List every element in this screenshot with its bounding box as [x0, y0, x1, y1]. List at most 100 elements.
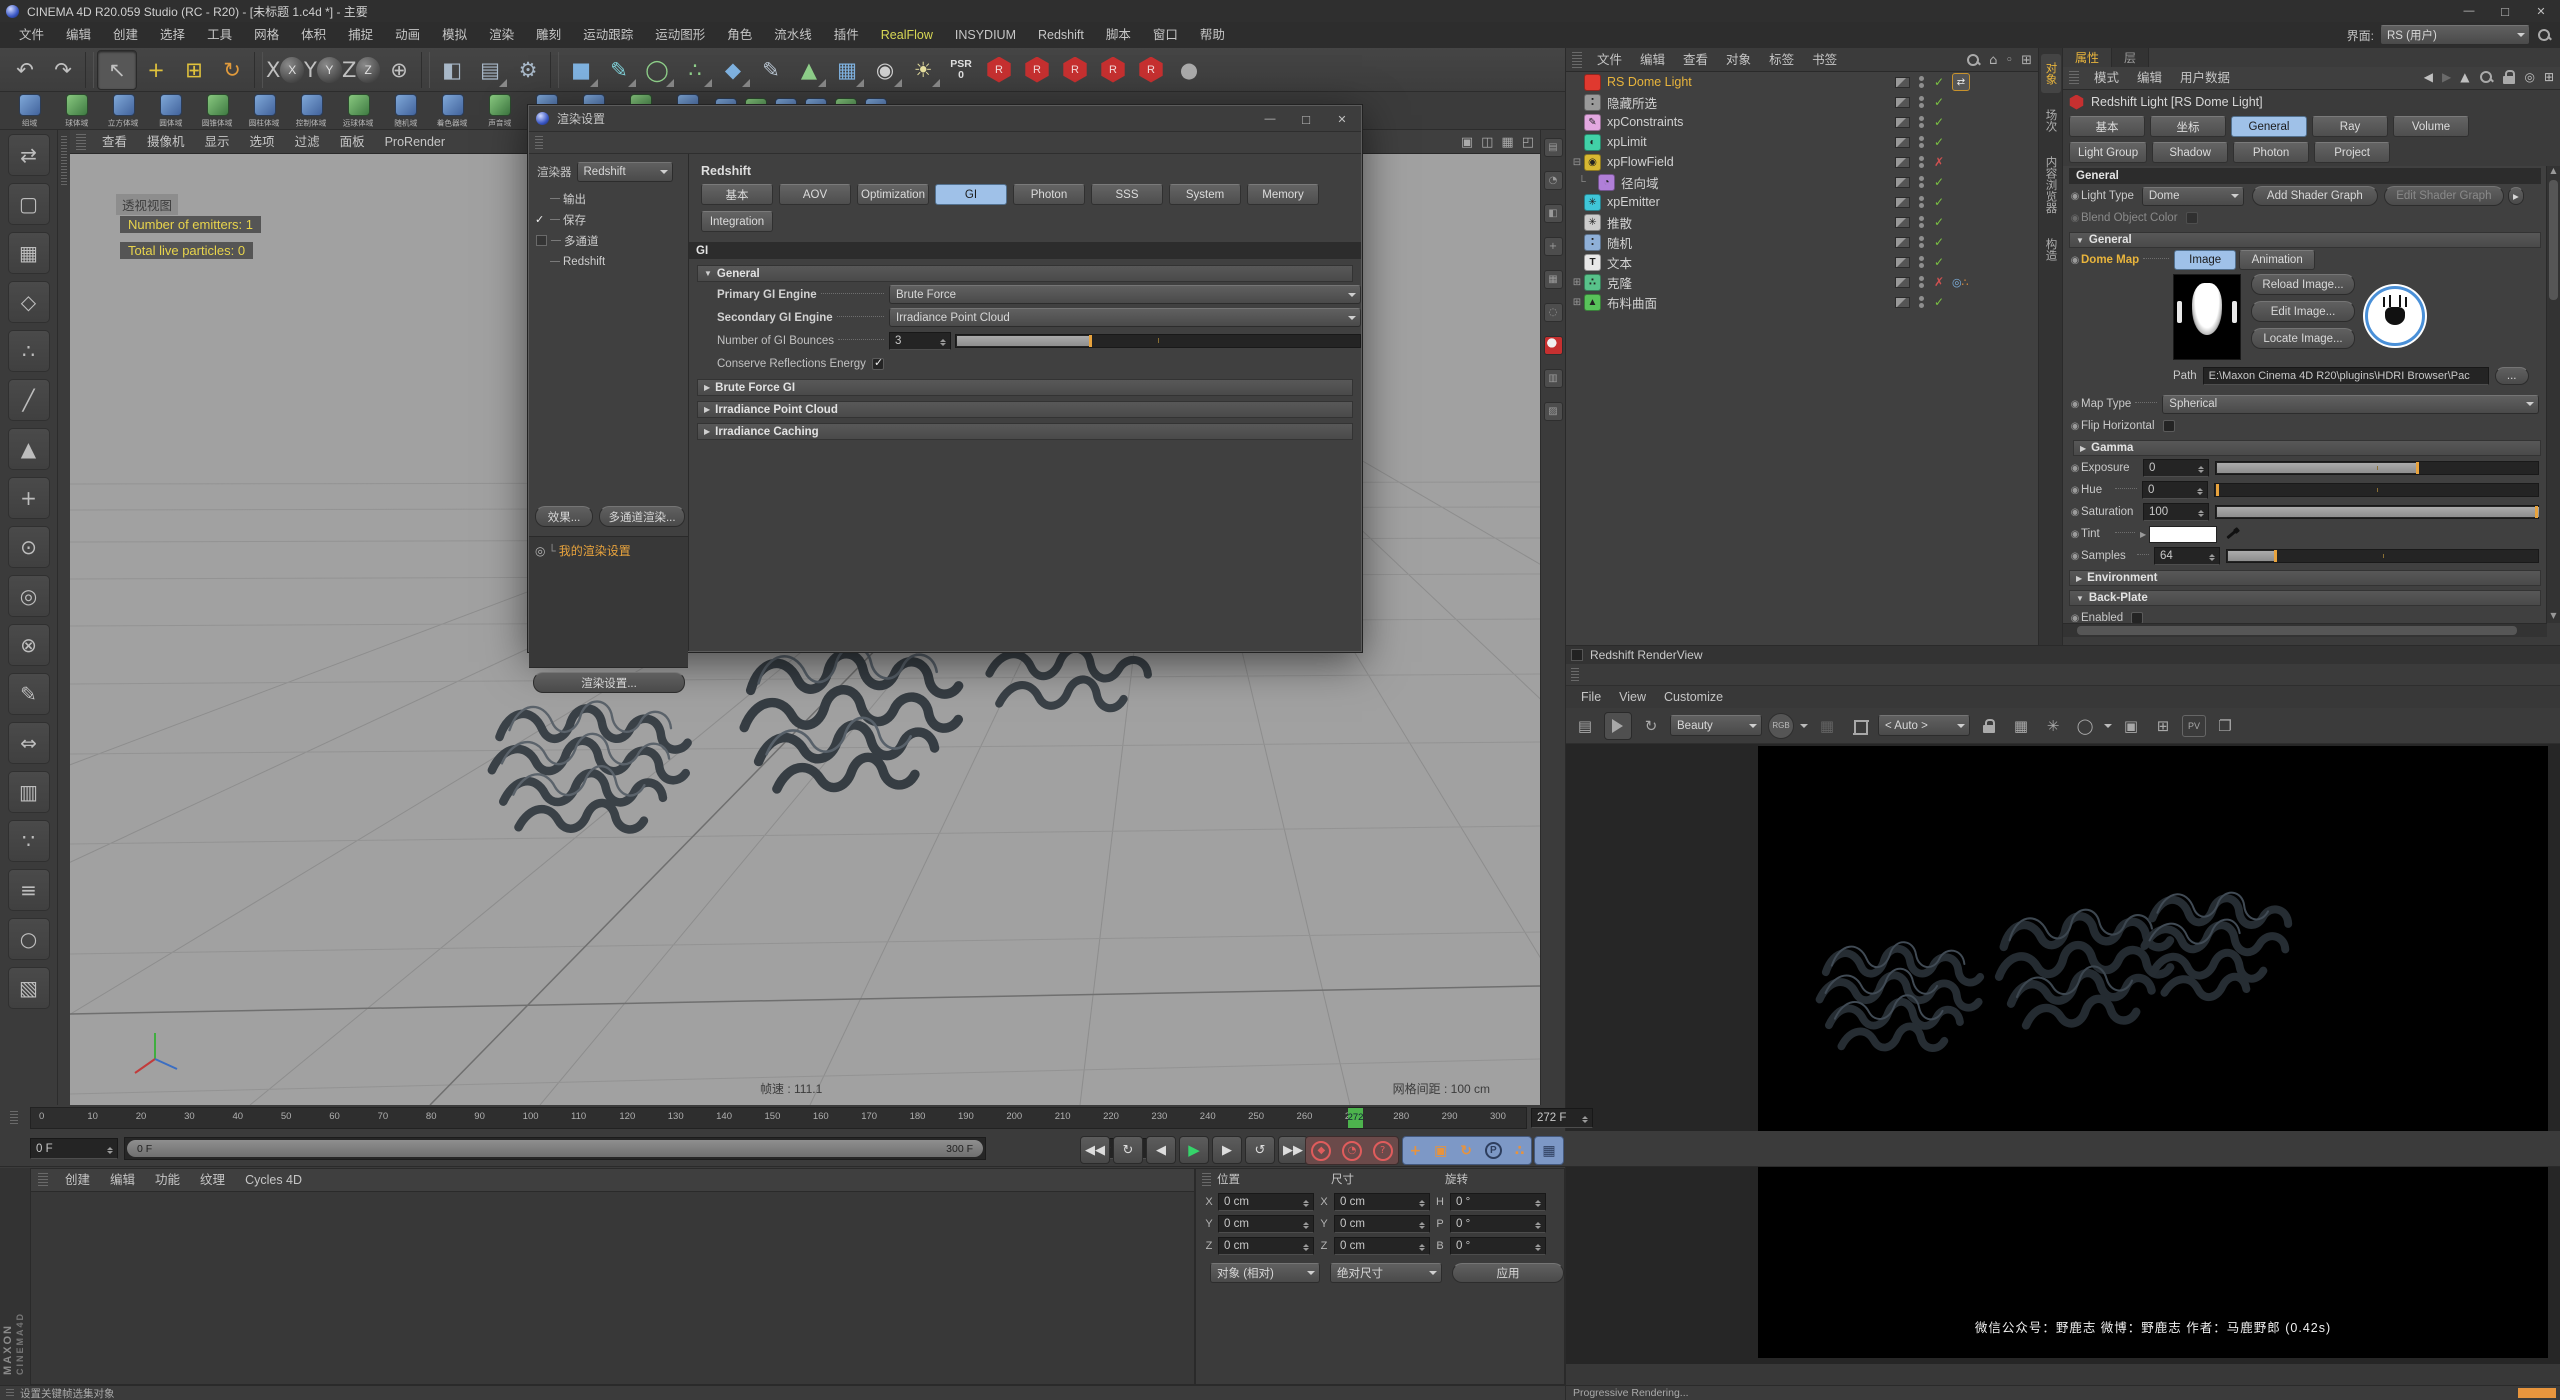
- make-editable-icon[interactable]: ⇄: [7, 134, 50, 176]
- attribute-tab[interactable]: 坐标: [2150, 116, 2226, 137]
- layer-color-box[interactable]: [1895, 196, 1910, 208]
- light-type-radio[interactable]: ◉: [2069, 191, 2081, 202]
- hue-slider[interactable]: [2214, 483, 2539, 497]
- goto-start-button[interactable]: ◀◀: [1080, 1136, 1110, 1164]
- menu-item[interactable]: 捕捉: [337, 22, 384, 48]
- edges-mode-icon[interactable]: ╱: [7, 379, 50, 421]
- renderer-select[interactable]: Redshift: [576, 162, 673, 182]
- size-x-field[interactable]: 0 cm: [1334, 1193, 1430, 1211]
- object-row[interactable]: ⁚ 隐藏所选 ✓: [1566, 92, 2038, 112]
- drag-handle[interactable]: [1572, 51, 1582, 68]
- bucket-grid-icon[interactable]: ▦: [2008, 713, 2034, 739]
- workplane-mode-icon[interactable]: ◇: [7, 281, 50, 323]
- toolbar-icon[interactable]: R: [1132, 51, 1170, 89]
- enabled-check-icon[interactable]: ✓: [1932, 235, 1946, 249]
- attribute-tab[interactable]: Photon: [2233, 142, 2310, 163]
- light-type-select[interactable]: Dome: [2141, 186, 2244, 206]
- toolbar-icon[interactable]: [421, 51, 430, 88]
- object-row[interactable]: ⁚ 随机 ✓: [1566, 232, 2038, 252]
- scale-key-toggle[interactable]: ▣: [1434, 1143, 1447, 1159]
- position-key-toggle[interactable]: +: [1409, 1143, 1421, 1159]
- gi-bounces-field[interactable]: 3: [889, 331, 951, 350]
- drag-handle[interactable]: [38, 1172, 48, 1188]
- rv-menu-item[interactable]: File: [1572, 686, 1610, 708]
- attribute-tab[interactable]: Light Group: [2069, 142, 2148, 163]
- enabled-check-icon[interactable]: ✓: [1932, 255, 1946, 269]
- apply-button[interactable]: 应用: [1452, 1263, 1564, 1283]
- pane-split-icon[interactable]: ◫: [1481, 135, 1493, 150]
- size-z-field[interactable]: 0 cm: [1334, 1237, 1430, 1255]
- search-icon[interactable]: [2536, 27, 2552, 43]
- toolbar-icon[interactable]: ⊞: [175, 51, 213, 89]
- general-group-header[interactable]: ▼ General: [2069, 232, 2541, 248]
- visibility-dots[interactable]: [1917, 116, 1925, 128]
- menu-item[interactable]: 创建: [102, 22, 149, 48]
- layer-color-box[interactable]: [1895, 256, 1910, 268]
- field-tool[interactable]: 圆锥体域: [194, 94, 241, 129]
- menu-item[interactable]: 动画: [384, 22, 431, 48]
- effects-button[interactable]: 效果...: [535, 506, 593, 527]
- coord-mode-select[interactable]: 对象 (相对): [1210, 1263, 1320, 1283]
- saturation-slider[interactable]: [2215, 505, 2539, 519]
- range-start-field[interactable]: 0 F: [30, 1138, 118, 1159]
- enabled-check-icon[interactable]: ✓: [1932, 175, 1946, 189]
- viewport-menu-item[interactable]: 过滤: [285, 130, 330, 154]
- object-name[interactable]: 推散: [1607, 213, 1632, 232]
- menu-item[interactable]: 模拟: [431, 22, 478, 48]
- attribute-tab[interactable]: 基本: [2069, 116, 2145, 137]
- multipass-render-button[interactable]: 多通道渲染...: [599, 506, 685, 527]
- toolbar-icon[interactable]: [85, 51, 94, 88]
- menu-item[interactable]: 帮助: [1189, 22, 1236, 48]
- more-options-button[interactable]: ▸: [2507, 187, 2524, 205]
- tint-radio[interactable]: ◉: [2069, 529, 2081, 540]
- pos-y-field[interactable]: 0 cm: [1218, 1215, 1314, 1233]
- start-render-button[interactable]: [1604, 711, 1632, 740]
- drag-handle[interactable]: [2069, 70, 2079, 86]
- visibility-dots[interactable]: [1917, 156, 1925, 168]
- redshift-tab[interactable]: GI: [935, 184, 1007, 205]
- redshift-tab[interactable]: Memory: [1247, 184, 1319, 205]
- attr-menu-item[interactable]: 编辑: [2128, 67, 2171, 90]
- lock-render-icon[interactable]: [1976, 713, 2002, 739]
- dot-icon[interactable]: ◌: [1543, 303, 1563, 322]
- view-label[interactable]: 透视视图: [116, 194, 179, 215]
- parameter-key-toggle[interactable]: P: [1484, 1142, 1502, 1159]
- visibility-dots[interactable]: [1917, 96, 1925, 108]
- redshift-tab[interactable]: Photon: [1013, 184, 1085, 205]
- add-shader-graph-button[interactable]: Add Shader Graph: [2251, 186, 2378, 206]
- toolbar-icon[interactable]: ✎: [600, 51, 638, 89]
- edit-shader-graph-button[interactable]: Edit Shader Graph: [2383, 186, 2504, 206]
- om-menu-item[interactable]: 对象: [1717, 48, 1760, 72]
- keyframe-selection-button[interactable]: ?: [1372, 1140, 1393, 1161]
- rgb-channels-icon[interactable]: RGB: [1768, 712, 1794, 739]
- visibility-dots[interactable]: [1917, 256, 1925, 268]
- toolbar-icon[interactable]: ⊕: [380, 51, 418, 89]
- pos-x-field[interactable]: 0 cm: [1218, 1193, 1314, 1211]
- rotation-key-toggle[interactable]: ↻: [1460, 1143, 1472, 1159]
- toolbar-icon[interactable]: ✎: [752, 51, 790, 89]
- field-tool[interactable]: 圆柱体域: [241, 94, 288, 129]
- play-button[interactable]: ▶: [1179, 1136, 1209, 1164]
- forward-icon[interactable]: ▶: [2442, 70, 2451, 84]
- menu-item[interactable]: 流水线: [763, 22, 823, 48]
- horizontal-scrollbar[interactable]: [2063, 623, 2547, 637]
- search-icon[interactable]: [1965, 52, 1981, 68]
- mirror-icon[interactable]: ⇔: [7, 722, 50, 764]
- field-tool[interactable]: 着色器域: [429, 94, 476, 129]
- size-y-field[interactable]: 0 cm: [1334, 1215, 1430, 1233]
- field-tool[interactable]: 组域: [6, 94, 53, 129]
- grid-small-icon[interactable]: ▦: [1543, 270, 1563, 289]
- visibility-dots[interactable]: [1917, 196, 1925, 208]
- menu-item[interactable]: INSYDIUM: [944, 22, 1027, 48]
- add-panel-icon[interactable]: ⊞: [2021, 53, 2032, 68]
- locate-image-button[interactable]: Locate Image...: [2251, 328, 2355, 349]
- toolbar-icon[interactable]: ∴: [676, 51, 714, 89]
- map-type-select[interactable]: Spherical: [2162, 394, 2539, 414]
- object-name[interactable]: 径向域: [1621, 173, 1659, 192]
- grid-icon[interactable]: ▥: [7, 771, 50, 813]
- samples-radio[interactable]: ◉: [2069, 551, 2081, 562]
- current-frame-field[interactable]: 272 F: [1531, 1108, 1593, 1128]
- layer-color-box[interactable]: [1895, 116, 1910, 128]
- path-field[interactable]: E:\Maxon Cinema 4D R20\plugins\HDRI Brow…: [2202, 367, 2489, 385]
- axis-mode-icon[interactable]: +: [7, 477, 50, 519]
